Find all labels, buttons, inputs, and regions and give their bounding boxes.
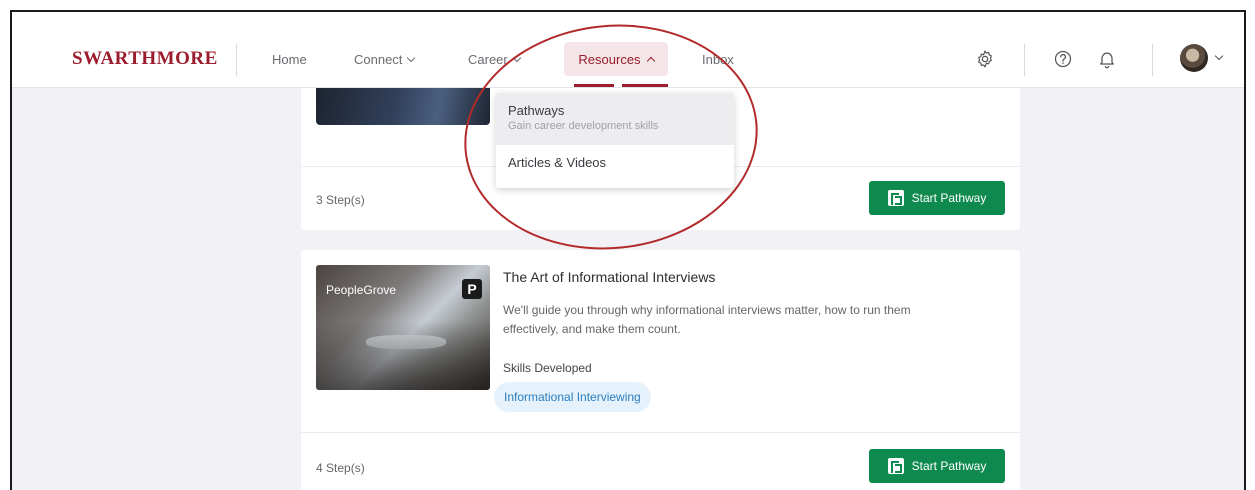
- skills-label: Skills Developed: [503, 361, 592, 375]
- nav-career-label: Career: [468, 52, 508, 67]
- pathway-logo-icon: [887, 190, 904, 206]
- nav-divider: [1152, 44, 1153, 76]
- dropdown-item-pathways[interactable]: Pathways Gain career development skills: [496, 93, 734, 145]
- nav-connect-label: Connect: [354, 52, 403, 67]
- nav-divider: [236, 44, 237, 76]
- chevron-down-icon: [512, 53, 521, 63]
- app-window: SWARTHMORE Home Connect Career Resources…: [10, 10, 1246, 490]
- active-underline: [622, 84, 668, 87]
- thumbnail-shade: [316, 321, 490, 390]
- skill-tag[interactable]: Informational Interviewing: [494, 382, 651, 412]
- nav-divider: [1024, 44, 1025, 76]
- nav-career[interactable]: Career: [468, 52, 521, 67]
- top-nav: SWARTHMORE Home Connect Career Resources…: [12, 12, 1244, 88]
- nav-connect[interactable]: Connect: [354, 52, 416, 67]
- help-button[interactable]: [1052, 48, 1074, 70]
- dropdown-item-title: Pathways: [508, 103, 565, 118]
- step-count: 3 Step(s): [316, 193, 365, 207]
- dropdown-item-subtitle: Gain career development skills: [508, 120, 659, 132]
- notifications-button[interactable]: [1096, 48, 1118, 70]
- chevron-up-icon: [646, 56, 655, 65]
- gear-icon: [978, 50, 992, 68]
- pathway-logo-icon: [887, 458, 904, 474]
- pathway-card: PeopleGrove P The Art of Informational I…: [301, 250, 1020, 490]
- peoplegrove-logo-icon: P: [462, 279, 482, 299]
- chevron-down-icon: [407, 53, 416, 63]
- nav-inbox[interactable]: Inbox: [702, 52, 734, 67]
- nav-resources[interactable]: Resources: [564, 42, 668, 76]
- chevron-down-icon[interactable]: [1214, 51, 1224, 61]
- help-icon: [1054, 50, 1072, 68]
- pathway-thumbnail[interactable]: [316, 88, 490, 125]
- start-pathway-button[interactable]: Start Pathway: [869, 449, 1005, 483]
- pathway-thumbnail[interactable]: PeopleGrove P: [316, 265, 490, 390]
- nav-home-label: Home: [272, 52, 307, 67]
- dropdown-item-articles-videos[interactable]: Articles & Videos: [496, 145, 734, 188]
- nav-home[interactable]: Home: [272, 52, 307, 67]
- dropdown-item-title: Articles & Videos: [508, 155, 607, 170]
- brand-logo[interactable]: SWARTHMORE: [72, 48, 218, 70]
- card-footer: 4 Step(s) Start Pathway: [301, 432, 1020, 490]
- nav-inbox-label: Inbox: [702, 52, 734, 67]
- pathway-description: We'll guide you through why informationa…: [503, 303, 911, 336]
- pathway-title[interactable]: The Art of Informational Interviews: [503, 269, 715, 285]
- nav-resources-label: Resources: [578, 51, 641, 67]
- avatar[interactable]: [1180, 44, 1208, 72]
- resources-dropdown: Pathways Gain career development skills …: [496, 93, 734, 188]
- thumbnail-brand: PeopleGrove: [326, 283, 397, 297]
- start-pathway-label: Start Pathway: [911, 459, 987, 473]
- bell-icon: [1100, 52, 1114, 69]
- active-underline: [574, 84, 614, 87]
- start-pathway-label: Start Pathway: [911, 191, 987, 205]
- settings-button[interactable]: [974, 48, 996, 70]
- start-pathway-button[interactable]: Start Pathway: [869, 181, 1005, 215]
- step-count: 4 Step(s): [316, 461, 365, 475]
